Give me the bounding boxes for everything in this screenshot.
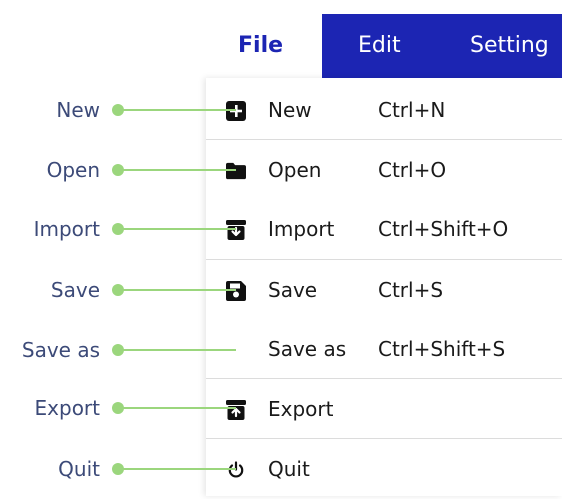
menu-item-label: Save as bbox=[268, 337, 347, 361]
callout-line bbox=[120, 349, 236, 351]
menu-item-label: Quit bbox=[268, 457, 310, 481]
tab-settings[interactable]: Setting bbox=[470, 14, 549, 78]
callout-save-as: Save as bbox=[0, 335, 240, 365]
menu-item-open[interactable]: Open Ctrl+O bbox=[206, 140, 562, 200]
menu-item-label: Import bbox=[268, 217, 335, 241]
menu-item-export[interactable]: Export bbox=[206, 379, 562, 439]
menu-item-shortcut: Ctrl+Shift+O bbox=[378, 217, 509, 241]
callout-label: Import bbox=[33, 217, 100, 241]
callout-label: New bbox=[56, 98, 100, 122]
menu-item-shortcut: Ctrl+S bbox=[378, 278, 444, 302]
menu-item-shortcut: Ctrl+Shift+S bbox=[378, 337, 506, 361]
tab-file[interactable]: File bbox=[238, 14, 283, 78]
callout-line bbox=[120, 468, 236, 470]
callout-import: Import bbox=[0, 214, 240, 244]
callout-line bbox=[120, 407, 236, 409]
menu-item-import[interactable]: Import Ctrl+Shift+O bbox=[206, 199, 562, 259]
menu-item-label: Open bbox=[268, 158, 322, 182]
menu-item-new[interactable]: New Ctrl+N bbox=[206, 80, 562, 140]
callout-line bbox=[120, 109, 236, 111]
callout-label: Open bbox=[46, 158, 100, 182]
callout-label: Save as bbox=[21, 338, 100, 362]
callout-new: New bbox=[0, 95, 240, 125]
callout-label: Quit bbox=[58, 457, 100, 481]
menu-item-quit[interactable]: Quit bbox=[206, 439, 562, 499]
menu-item-shortcut: Ctrl+N bbox=[378, 98, 446, 122]
menu-item-save[interactable]: Save Ctrl+S bbox=[206, 260, 562, 320]
menu-item-label: Save bbox=[268, 278, 318, 302]
callout-line bbox=[120, 228, 236, 230]
callout-line bbox=[120, 169, 236, 171]
callout-label: Export bbox=[34, 396, 100, 420]
menu-item-save-as[interactable]: Save as Ctrl+Shift+S bbox=[206, 319, 562, 379]
callout-quit: Quit bbox=[0, 454, 240, 484]
callout-label: Save bbox=[50, 278, 100, 302]
callout-line bbox=[120, 289, 236, 291]
file-menu-dropdown: New Ctrl+N Open Ctrl+O Import Ctrl+Shift… bbox=[206, 78, 562, 496]
menu-item-label: Export bbox=[268, 397, 334, 421]
callout-open: Open bbox=[0, 155, 240, 185]
tab-edit[interactable]: Edit bbox=[358, 14, 401, 78]
callout-save: Save bbox=[0, 275, 240, 305]
menu-item-shortcut: Ctrl+O bbox=[378, 158, 447, 182]
menu-item-label: New bbox=[268, 98, 312, 122]
callout-export: Export bbox=[0, 393, 240, 423]
menu-bar: File Edit Setting bbox=[206, 14, 562, 78]
